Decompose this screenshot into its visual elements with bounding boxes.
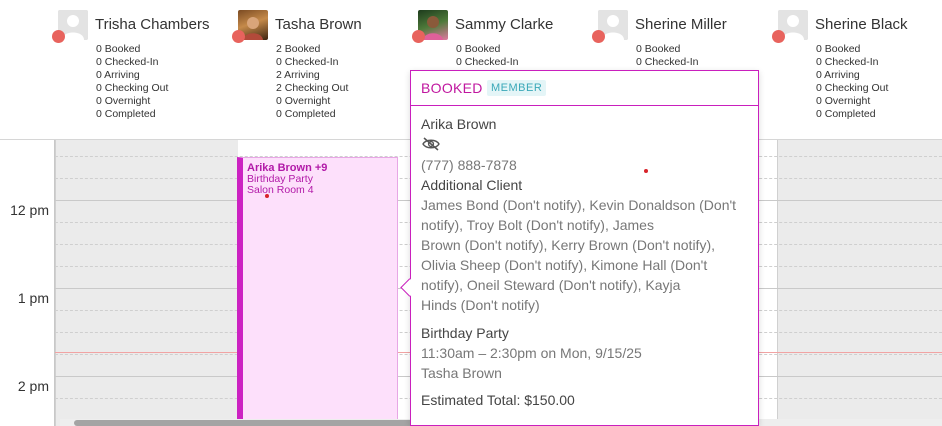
stat-booked: 2 Booked	[276, 43, 321, 55]
time-label: 1 pm	[17, 290, 49, 306]
staff-stats: 0 Booked 0 Checked-In 0 Arriving 0 Check…	[816, 43, 888, 121]
additional-client-list: James Bond (Don't notify), Kevin Donalds…	[421, 195, 751, 315]
stat-completed: 0 Completed	[276, 108, 336, 120]
staff-column-sherine-black[interactable]: Sherine Black 0 Booked 0 Checked-In 0 Ar…	[772, 10, 942, 135]
stat-checked-in: 0 Checked-In	[276, 56, 339, 68]
stat-booked: 0 Booked	[456, 43, 501, 55]
appointment-popover[interactable]: BOOKED MEMBER Arika Brown (777) 888-7878…	[400, 70, 759, 426]
additional-client-line: notify), Oneil Steward (Don't notify), K…	[421, 277, 681, 293]
stat-checking-out: 0 Checking Out	[816, 82, 889, 94]
staff-name: Sherine Miller	[635, 16, 727, 33]
column-sherine-black[interactable]	[777, 140, 942, 426]
status-dot	[772, 30, 785, 43]
status-label: BOOKED	[421, 80, 483, 96]
additional-client-line: Hinds (Don't notify)	[421, 297, 540, 313]
status-dot	[592, 30, 605, 43]
time-label: 2 pm	[17, 378, 49, 394]
staff-column-trisha-chambers[interactable]: Trisha Chambers 0 Booked 0 Checked-In 0 …	[52, 10, 228, 135]
stat-checked-in: 0 Checked-In	[816, 56, 879, 68]
stat-overnight: 0 Overnight	[96, 95, 151, 107]
popover-header: BOOKED MEMBER	[411, 71, 758, 106]
appointment-room: Salon Room 4	[247, 184, 314, 196]
additional-client-line: James Bond (Don't notify), Kevin Donalds…	[421, 197, 737, 213]
staff-name: Tasha Brown	[275, 16, 362, 33]
popover-body: Arika Brown (777) 888-7878 Additional Cl…	[421, 114, 751, 410]
stat-completed: 0 Completed	[816, 108, 876, 120]
time-axis: 12 pm 1 pm 2 pm	[0, 140, 55, 426]
member-badge: MEMBER	[487, 80, 547, 96]
time-label: 12 pm	[10, 202, 49, 218]
stat-arriving: 2 Arriving	[276, 69, 320, 81]
staff-stats: 0 Booked 0 Checked-In	[456, 43, 518, 69]
stat-arriving: 0 Arriving	[96, 69, 140, 81]
stat-booked: 0 Booked	[816, 43, 861, 55]
stat-arriving: 0 Arriving	[816, 69, 860, 81]
staff-stats: 0 Booked 0 Checked-In 0 Arriving 0 Check…	[96, 43, 168, 121]
stat-overnight: 0 Overnight	[816, 95, 871, 107]
appointment-time: 11:30am – 2:30pm on Mon, 9/15/25	[421, 345, 642, 361]
appointment-block[interactable]: Arika Brown +9 Birthday Party Salon Room…	[237, 157, 398, 426]
appointment-staff: Tasha Brown	[421, 365, 502, 381]
status-dot	[412, 30, 425, 43]
stat-checking-out: 2 Checking Out	[276, 82, 349, 94]
additional-client-line: Olivia Sheep (Don't notify), Kimone Hall…	[421, 257, 708, 273]
status-dot	[52, 30, 65, 43]
staff-name: Sherine Black	[815, 16, 908, 33]
service-name: Birthday Party	[421, 325, 509, 341]
column-trisha-chambers[interactable]	[55, 140, 238, 426]
staff-name: Trisha Chambers	[95, 16, 210, 33]
stat-completed: 0 Completed	[96, 108, 156, 120]
staff-name: Sammy Clarke	[455, 16, 554, 33]
marker-dot	[644, 169, 648, 173]
status-dot	[232, 30, 245, 43]
client-phone[interactable]: (777) 888-7878	[421, 155, 751, 175]
staff-stats: 2 Booked 0 Checked-In 2 Arriving 2 Check…	[276, 43, 348, 121]
stat-checked-in: 0 Checked-In	[636, 56, 699, 68]
stat-checking-out: 0 Checking Out	[96, 82, 169, 94]
stat-checked-in: 0 Checked-In	[96, 56, 159, 68]
additional-client-line: notify), Troy Bolt (Don't notify), James	[421, 217, 654, 233]
eye-slash-icon[interactable]	[422, 137, 440, 151]
staff-stats: 0 Booked 0 Checked-In	[636, 43, 698, 69]
stat-booked: 0 Booked	[96, 43, 141, 55]
scrollbar-thumb[interactable]	[74, 420, 414, 426]
additional-client-label: Additional Client	[421, 177, 523, 193]
stat-overnight: 0 Overnight	[276, 95, 331, 107]
marker-dot	[265, 194, 269, 198]
stat-booked: 0 Booked	[636, 43, 681, 55]
client-name[interactable]: Arika Brown	[421, 114, 751, 134]
additional-client-line: Brown (Don't notify), Kerry Brown (Don't…	[421, 237, 715, 253]
stat-checked-in: 0 Checked-In	[456, 56, 519, 68]
staff-column-tasha-brown[interactable]: Tasha Brown 2 Booked 0 Checked-In 2 Arri…	[232, 10, 408, 135]
estimated-total: Estimated Total: $150.00	[421, 392, 575, 408]
